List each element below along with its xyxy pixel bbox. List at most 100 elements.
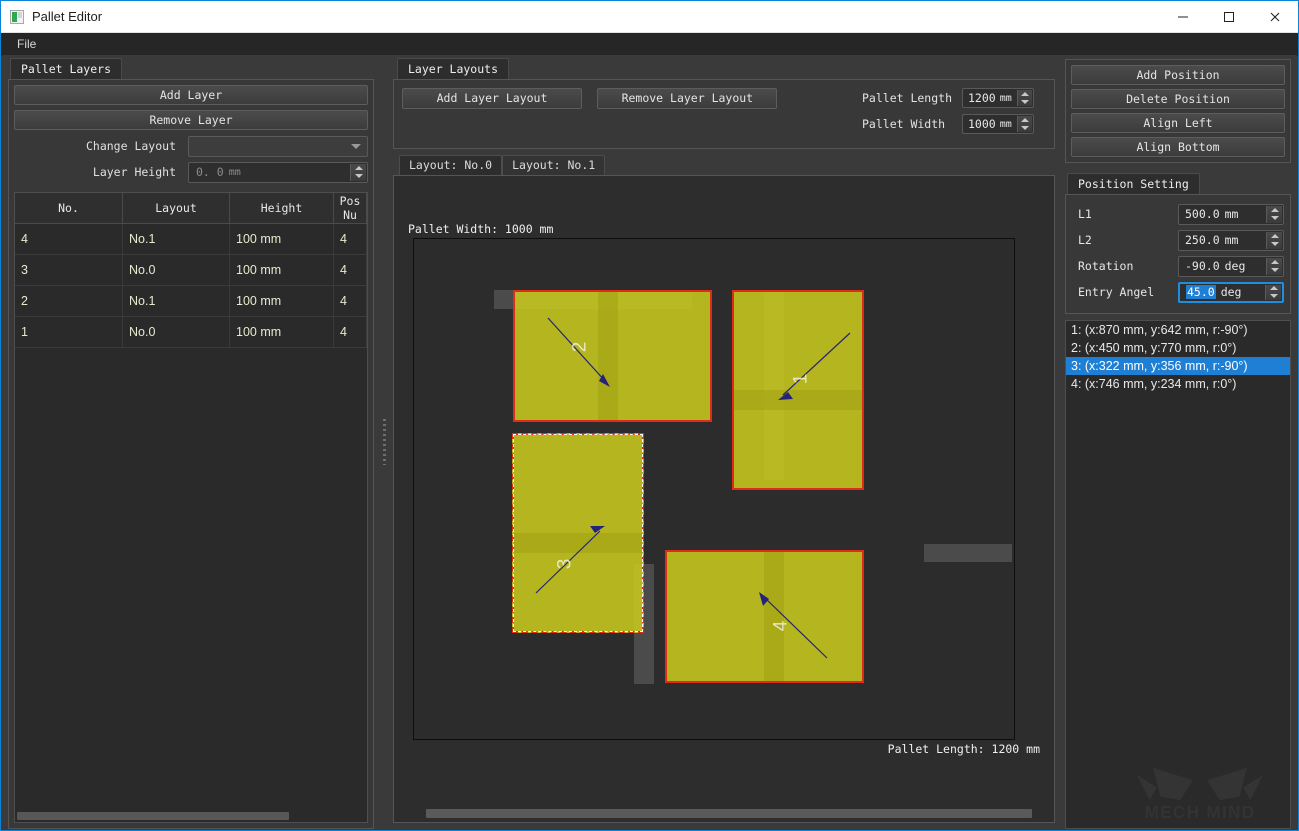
layout-toolbar: Add Layer Layout Remove Layer Layout Pal… bbox=[393, 79, 1055, 149]
add-position-button[interactable]: Add Position bbox=[1071, 65, 1285, 85]
tab-position-setting[interactable]: Position Setting bbox=[1067, 173, 1200, 194]
layer-height-label: Layer Height bbox=[14, 165, 188, 179]
field-row-l2: L2 250.0 mm bbox=[1072, 227, 1284, 253]
scrollbar-thumb[interactable] bbox=[426, 809, 1032, 818]
table-header-row: No. Layout Height Pos Nu bbox=[15, 193, 367, 224]
layer-height-spinner[interactable]: 0. 0 mm bbox=[188, 162, 368, 183]
canvas-hscrollbar[interactable] bbox=[396, 809, 1052, 819]
menu-item-file[interactable]: File bbox=[11, 35, 42, 53]
cell-pos: 4 bbox=[334, 224, 367, 255]
l1-unit: mm bbox=[1225, 207, 1239, 221]
entry-angel-stepper[interactable] bbox=[1265, 285, 1281, 300]
stepper-up-icon[interactable] bbox=[1266, 285, 1281, 293]
l1-spinner[interactable]: 500.0 mm bbox=[1178, 204, 1284, 225]
table-row[interactable]: 1 No.0 100 mm 4 bbox=[15, 317, 367, 348]
remove-layer-layout-button[interactable]: Remove Layer Layout bbox=[597, 88, 777, 109]
list-item[interactable]: 4: (x:746 mm, y:234 mm, r:0°) bbox=[1066, 375, 1290, 393]
col-header-layout[interactable]: Layout bbox=[123, 193, 230, 224]
remove-layer-button[interactable]: Remove Layer bbox=[14, 110, 368, 130]
l1-stepper[interactable] bbox=[1266, 206, 1282, 223]
layout-tab-no0[interactable]: Layout: No.0 bbox=[399, 155, 502, 175]
pallet-length-unit: mm bbox=[1000, 93, 1012, 104]
pallet-width-spinner[interactable]: 1000 mm bbox=[962, 114, 1034, 134]
scrollbar-thumb[interactable] bbox=[17, 812, 289, 820]
table-row[interactable]: 2 No.1 100 mm 4 bbox=[15, 286, 367, 317]
close-icon[interactable] bbox=[1252, 1, 1298, 32]
add-layer-layout-button[interactable]: Add Layer Layout bbox=[402, 88, 582, 109]
box-number-4: 4 bbox=[770, 621, 792, 632]
col-header-no[interactable]: No. bbox=[15, 193, 123, 224]
cell-pos: 4 bbox=[334, 286, 367, 317]
entry-angel-unit: deg bbox=[1221, 285, 1242, 299]
position-panel: Add Position Delete Position Align Left … bbox=[1059, 55, 1297, 829]
stepper-down-icon[interactable] bbox=[1018, 98, 1032, 106]
stepper-down-icon[interactable] bbox=[1267, 240, 1282, 249]
panel-splitter[interactable] bbox=[380, 55, 389, 829]
stepper-down-icon[interactable] bbox=[1018, 124, 1032, 132]
l2-stepper[interactable] bbox=[1266, 232, 1282, 249]
layers-table-wrap: No. Layout Height Pos Nu 4 No.1 100 mm 4 bbox=[14, 192, 368, 823]
minimize-icon[interactable] bbox=[1160, 1, 1206, 32]
list-item[interactable]: 1: (x:870 mm, y:642 mm, r:-90°) bbox=[1066, 321, 1290, 339]
box-entry-arrow-1 bbox=[734, 292, 866, 492]
delete-position-button[interactable]: Delete Position bbox=[1071, 89, 1285, 109]
field-row-entry-angel: Entry Angel 45.0 deg bbox=[1072, 279, 1284, 305]
align-left-button[interactable]: Align Left bbox=[1071, 113, 1285, 133]
entry-angel-spinner[interactable]: 45.0 deg bbox=[1178, 282, 1284, 303]
title-bar: Pallet Editor bbox=[1, 1, 1298, 33]
stepper-down-icon[interactable] bbox=[1267, 214, 1282, 223]
pallet-box-1[interactable]: 1 bbox=[732, 290, 864, 490]
tab-pallet-layers[interactable]: Pallet Layers bbox=[10, 58, 122, 79]
layers-table-hscrollbar[interactable] bbox=[15, 810, 367, 822]
stepper-up-icon[interactable] bbox=[351, 164, 366, 173]
position-list[interactable]: 1: (x:870 mm, y:642 mm, r:-90°) 2: (x:45… bbox=[1065, 320, 1291, 829]
add-layer-button[interactable]: Add Layer bbox=[14, 85, 368, 105]
table-row[interactable]: 3 No.0 100 mm 4 bbox=[15, 255, 367, 286]
pallet-box-2[interactable]: 2 bbox=[513, 290, 712, 422]
box-number-2: 2 bbox=[569, 342, 591, 353]
list-item[interactable]: 2: (x:450 mm, y:770 mm, r:0°) bbox=[1066, 339, 1290, 357]
rotation-label: Rotation bbox=[1072, 259, 1178, 273]
align-bottom-button[interactable]: Align Bottom bbox=[1071, 137, 1285, 157]
stepper-up-icon[interactable] bbox=[1018, 116, 1032, 124]
left-panel-box: Add Layer Remove Layer Change Layout Lay… bbox=[8, 79, 374, 829]
maximize-icon[interactable] bbox=[1206, 1, 1252, 32]
layer-height-stepper[interactable] bbox=[350, 164, 366, 181]
layer-layouts-panel: Layer Layouts Add Layer Layout Remove La… bbox=[389, 55, 1059, 829]
pallet-length-spinner[interactable]: 1200 mm bbox=[962, 88, 1034, 108]
stepper-down-icon[interactable] bbox=[351, 172, 366, 181]
cell-layout: No.0 bbox=[123, 255, 230, 286]
layout-tab-no1[interactable]: Layout: No.1 bbox=[502, 155, 605, 175]
pallet-box-4[interactable]: 4 bbox=[665, 550, 864, 683]
col-header-posnum[interactable]: Pos Nu bbox=[334, 193, 367, 224]
layout-tab-row: Layout: No.0 Layout: No.1 bbox=[389, 153, 1059, 175]
table-row[interactable]: 4 No.1 100 mm 4 bbox=[15, 224, 367, 255]
stepper-up-icon[interactable] bbox=[1267, 232, 1282, 241]
change-layout-combo[interactable] bbox=[188, 136, 368, 157]
rotation-spinner[interactable]: -90.0 deg bbox=[1178, 256, 1284, 277]
pallet-length-label: Pallet Length bbox=[862, 91, 962, 105]
pallet-length-row: Pallet Length 1200 mm bbox=[862, 88, 1034, 108]
pallet-box-3[interactable]: 3 bbox=[512, 433, 644, 633]
stepper-up-icon[interactable] bbox=[1018, 90, 1032, 98]
stepper-up-icon[interactable] bbox=[1267, 258, 1282, 267]
tab-layer-layouts[interactable]: Layer Layouts bbox=[397, 58, 509, 79]
layout-canvas[interactable]: Pallet Width: 1000 mm Pallet Length: 120… bbox=[394, 176, 1054, 804]
entry-angel-label: Entry Angel bbox=[1072, 285, 1178, 299]
stepper-down-icon[interactable] bbox=[1266, 292, 1281, 300]
pallet-length-value: 1200 bbox=[968, 91, 996, 105]
rotation-stepper[interactable] bbox=[1266, 258, 1282, 275]
layer-height-value: 0. 0 bbox=[196, 165, 224, 179]
list-item[interactable]: 3: (x:322 mm, y:356 mm, r:-90°) bbox=[1066, 357, 1290, 375]
stepper-up-icon[interactable] bbox=[1267, 206, 1282, 215]
stepper-down-icon[interactable] bbox=[1267, 266, 1282, 275]
field-row-rotation: Rotation -90.0 deg bbox=[1072, 253, 1284, 279]
window-controls bbox=[1160, 1, 1298, 32]
col-header-height[interactable]: Height bbox=[230, 193, 334, 224]
field-row-l1: L1 500.0 mm bbox=[1072, 201, 1284, 227]
pallet-width-stepper[interactable] bbox=[1017, 116, 1032, 132]
canvas-width-label: Pallet Width: 1000 mm bbox=[408, 222, 553, 236]
l2-unit: mm bbox=[1225, 233, 1239, 247]
l2-spinner[interactable]: 250.0 mm bbox=[1178, 230, 1284, 251]
pallet-length-stepper[interactable] bbox=[1017, 90, 1032, 106]
